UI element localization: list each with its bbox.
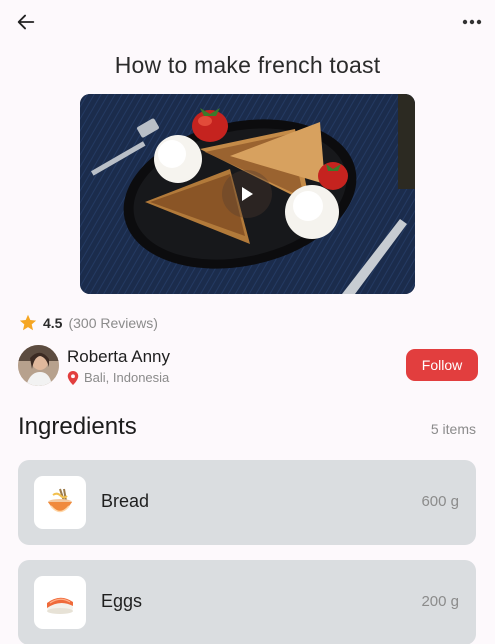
ingredient-item[interactable]: Eggs 200 g xyxy=(18,560,476,644)
ingredient-item[interactable]: Bread 600 g xyxy=(18,460,476,545)
location-pin-icon xyxy=(67,370,79,385)
author-name[interactable]: Roberta Anny xyxy=(67,347,170,367)
ingredient-thumbnail xyxy=(34,476,86,529)
ingredient-quantity: 600 g xyxy=(421,493,459,510)
more-horizontal-icon xyxy=(462,19,482,25)
rating-value: 4.5 xyxy=(43,314,63,331)
ingredient-name: Bread xyxy=(101,491,150,511)
play-button[interactable] xyxy=(222,170,272,218)
rating-row: 4.5 (300 Reviews) xyxy=(19,314,158,331)
follow-button[interactable]: Follow xyxy=(406,349,478,381)
avatar[interactable] xyxy=(18,345,59,386)
location-label: Bali, Indonesia xyxy=(84,370,170,385)
review-count[interactable]: (300 Reviews) xyxy=(68,315,157,331)
ingredient-name: Eggs xyxy=(101,591,143,611)
author-row: Roberta Anny Bali, Indonesia Follow xyxy=(18,345,478,387)
noodle-bowl-icon xyxy=(48,488,72,512)
top-app-bar xyxy=(0,0,495,44)
arrow-left-icon xyxy=(17,14,35,30)
star-icon xyxy=(19,314,37,331)
more-options-button[interactable] xyxy=(457,8,487,36)
ingredient-thumbnail xyxy=(34,576,86,629)
ingredient-quantity: 200 g xyxy=(421,593,459,610)
back-button[interactable] xyxy=(12,8,40,36)
ingredients-count: 5 items xyxy=(430,421,476,437)
author-location: Bali, Indonesia xyxy=(67,370,169,385)
avatar-photo xyxy=(18,345,59,386)
page-title: How to make french toast xyxy=(114,52,381,78)
play-icon xyxy=(242,187,253,201)
ingredients-heading: Ingredients xyxy=(18,413,137,440)
sushi-icon xyxy=(47,597,73,614)
